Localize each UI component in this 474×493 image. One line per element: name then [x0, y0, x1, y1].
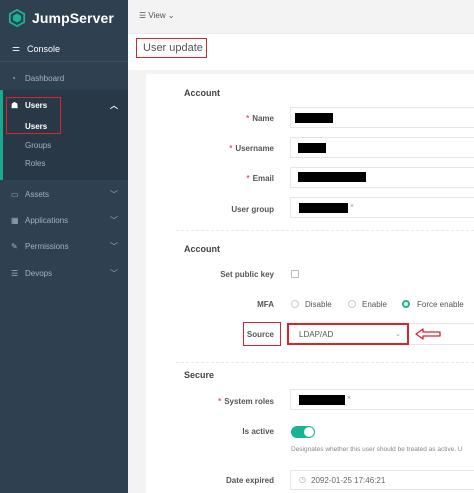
mfa-option-label: Disable: [305, 300, 332, 309]
sidebar-item-label: Assets: [25, 189, 50, 199]
section-title-account-2: Account: [184, 244, 220, 254]
date-expired-label: Date expired: [225, 476, 274, 485]
mfa-radio-force-enable[interactable]: [402, 300, 410, 308]
sidebar-item-applications[interactable]: ▦ Applications ﹀: [0, 209, 128, 231]
chevron-down-icon: ﹀: [110, 241, 118, 251]
tag-close-icon[interactable]: ×: [347, 395, 351, 402]
redacted-value: [298, 172, 366, 182]
brand[interactable]: JumpServer: [8, 6, 114, 30]
chevron-up-icon: ︿: [110, 100, 118, 110]
section-title-secure: Secure: [184, 370, 215, 380]
chevron-down-icon: ﹀: [110, 215, 118, 225]
source-label: Source: [246, 330, 274, 339]
sidebar-subitem-roles[interactable]: Roles: [0, 154, 128, 172]
page-title: User update: [136, 38, 207, 58]
section-title-account: Account: [184, 88, 220, 98]
sidebar-subitem-groups[interactable]: Groups: [0, 136, 128, 154]
chevron-down-icon: ﹀: [110, 189, 118, 199]
devops-icon: ☰: [11, 268, 19, 278]
sliders-icon: ⚌: [12, 43, 21, 53]
jumpserver-logo-icon: [8, 9, 26, 27]
source-select-value: LDAP/AD: [299, 330, 334, 339]
page-header: User update: [128, 34, 474, 70]
redacted-value: [298, 143, 326, 153]
sidebar-item-label: Permissions: [25, 241, 69, 251]
sidebar: JumpServer ⚌ Console ◔ Dashboard ☗ Users…: [0, 0, 128, 493]
divider: [176, 362, 474, 363]
menu-icon: ☰: [139, 11, 147, 20]
arrow-left-icon: [415, 328, 441, 340]
redacted-value: [295, 113, 333, 123]
sidebar-item-dashboard[interactable]: ◔ Dashboard: [0, 67, 128, 89]
mfa-label: MFA: [257, 300, 274, 309]
email-label: * Email: [246, 174, 274, 183]
permissions-icon: ✎: [11, 241, 18, 251]
is-active-toggle[interactable]: [291, 426, 315, 438]
applications-icon: ▦: [11, 215, 19, 225]
console-switch[interactable]: ⚌ Console: [0, 36, 128, 62]
redacted-tag: [299, 203, 348, 213]
view-label: View: [148, 11, 166, 20]
console-label: Console: [27, 43, 61, 54]
mfa-radio-disable[interactable]: [291, 300, 299, 308]
chevron-down-icon: ⌄: [167, 11, 175, 20]
mfa-option-label: Force enable: [417, 300, 464, 309]
chevron-down-icon: ⌄: [395, 331, 401, 338]
chevron-down-icon: ﹀: [110, 268, 118, 278]
username-label: * Username: [229, 144, 274, 153]
sidebar-item-label: Dashboard: [25, 73, 65, 83]
brand-name: JumpServer: [32, 10, 114, 26]
set-public-key-checkbox[interactable]: [291, 270, 299, 278]
tag-close-icon[interactable]: ×: [350, 203, 354, 210]
is-active-label: Is active: [242, 427, 274, 436]
dashboard-icon: ◔: [11, 73, 16, 83]
is-active-help-text: Designates whether this user should be t…: [291, 446, 463, 453]
system-roles-label: * System roles: [218, 397, 274, 406]
set-public-key-label: Set public key: [220, 270, 274, 279]
users-highlight-box: [6, 97, 61, 134]
clock-icon: ◷: [299, 475, 306, 484]
date-expired-field[interactable]: ◷ 2092-01-25 17:46:21: [290, 470, 474, 490]
sidebar-item-devops[interactable]: ☰ Devops ﹀: [0, 262, 128, 284]
redacted-tag: [299, 395, 345, 405]
user-group-label: User group: [231, 205, 274, 214]
topbar: ☰ View ⌄: [128, 0, 474, 34]
sidebar-item-label: Devops: [25, 268, 53, 278]
name-label: * Name: [246, 114, 274, 123]
sidebar-subitem-label: Roles: [25, 158, 46, 168]
mfa-option-label: Enable: [362, 300, 387, 309]
sidebar-subitem-label: Groups: [25, 140, 52, 150]
mfa-radio-enable[interactable]: [348, 300, 356, 308]
sidebar-item-permissions[interactable]: ✎ Permissions ﹀: [0, 235, 128, 257]
sidebar-item-assets[interactable]: ▭ Assets ﹀: [0, 183, 128, 205]
divider: [176, 230, 474, 231]
assets-icon: ▭: [11, 189, 19, 199]
source-select[interactable]: LDAP/AD ⌄: [287, 323, 409, 345]
date-expired-value: 2092-01-25 17:46:21: [311, 476, 386, 485]
view-menu[interactable]: ☰ View ⌄: [139, 11, 175, 20]
toggle-knob: [304, 427, 314, 437]
sidebar-item-label: Applications: [25, 215, 69, 225]
